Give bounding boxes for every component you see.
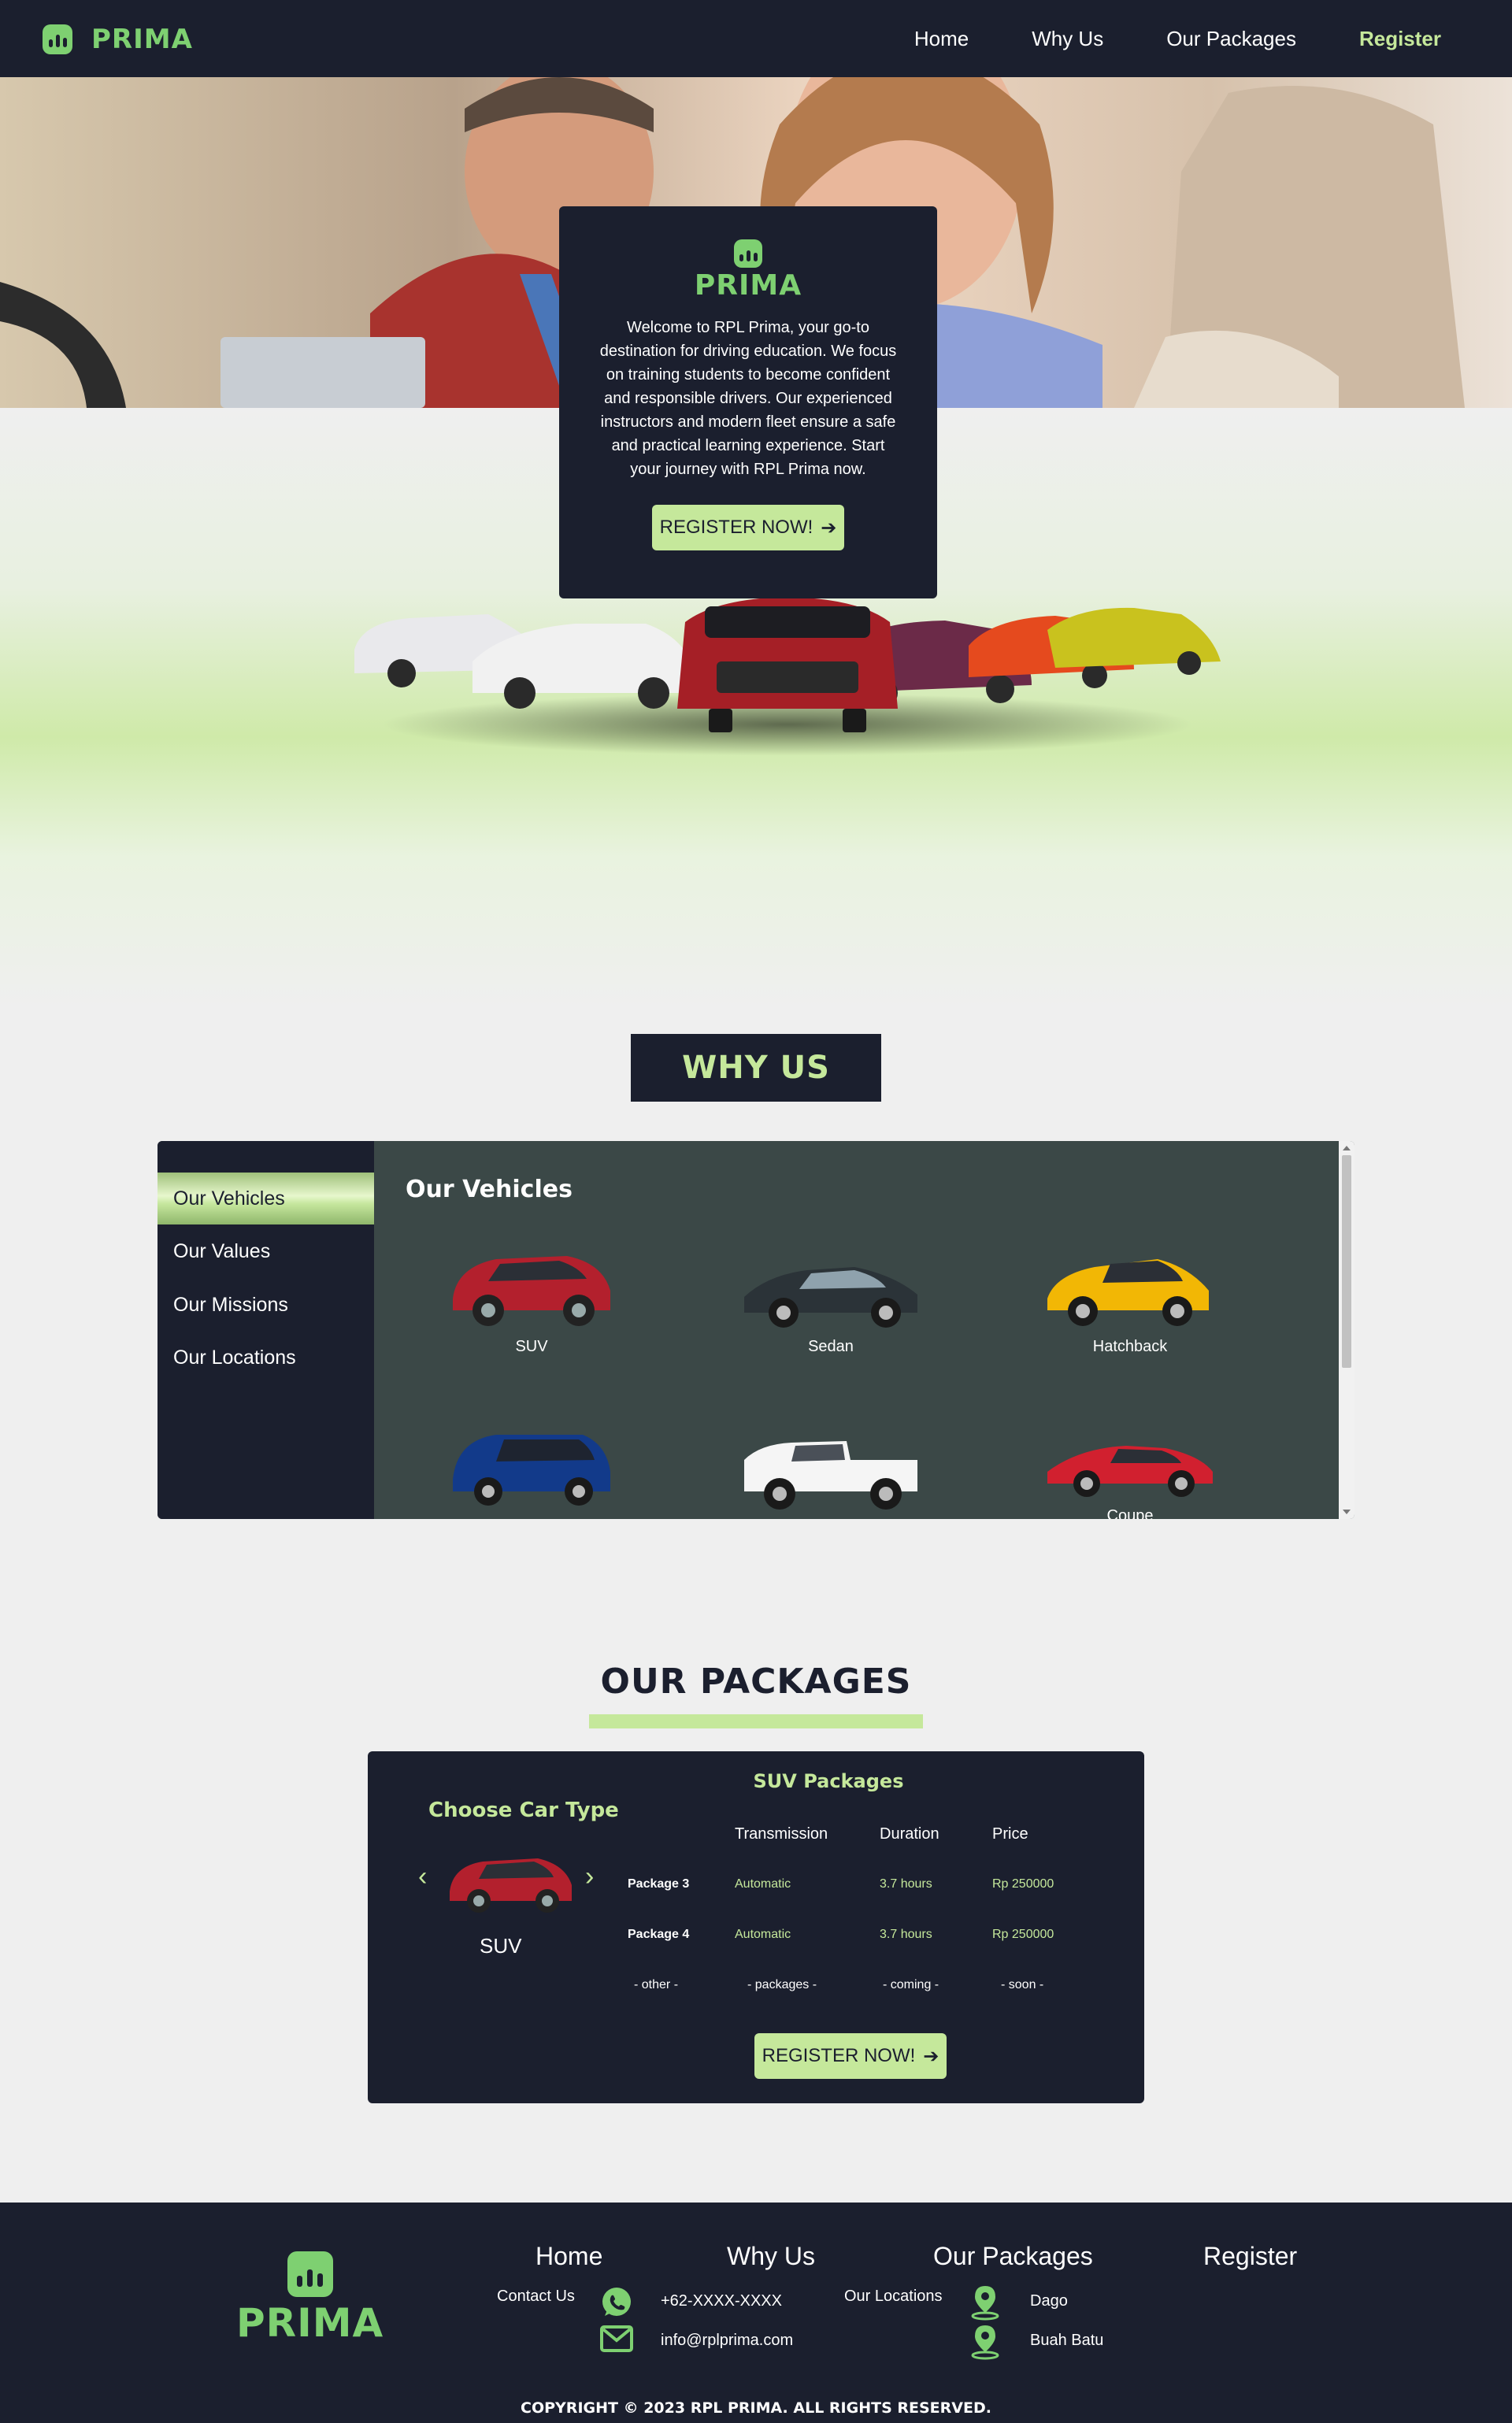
chart-logo-icon bbox=[43, 24, 72, 54]
card-logo: PRIMA bbox=[695, 239, 802, 302]
nav-register[interactable]: Register bbox=[1359, 27, 1441, 51]
package-row-price: Rp 250000 bbox=[992, 1928, 1054, 1941]
location-pin-icon bbox=[971, 2286, 999, 2321]
footer: PRIMA Home Why Us Our Packages Register … bbox=[0, 2203, 1512, 2423]
our-locations-label: Our Locations bbox=[844, 2288, 943, 2305]
vehicle-label-hatchback: Hatchback bbox=[1092, 1338, 1168, 1355]
nav-links: Home Why Us Our Packages Register bbox=[914, 0, 1441, 77]
package-placeholder-cell: - coming - bbox=[883, 1978, 939, 1991]
brand-name: PRIMA bbox=[91, 24, 193, 55]
hero-register-label: REGISTER NOW! bbox=[659, 517, 813, 538]
footer-nav-register[interactable]: Register bbox=[1203, 2242, 1297, 2271]
vehicle-label-coupe: Coupe bbox=[1106, 1507, 1154, 1519]
footer-logo[interactable]: PRIMA bbox=[236, 2251, 384, 2346]
hero-car-lineup bbox=[346, 575, 1228, 756]
col-duration: Duration bbox=[880, 1825, 939, 1843]
chart-logo-icon bbox=[287, 2251, 333, 2297]
selected-car-image bbox=[450, 1858, 572, 1913]
arrow-right-icon: ➔ bbox=[923, 2045, 939, 2067]
scrollbar-thumb[interactable] bbox=[1342, 1155, 1351, 1368]
vehicle-label-sedan: Sedan bbox=[808, 1338, 854, 1355]
sedan-car-image bbox=[744, 1267, 917, 1328]
packages-title: OUR PACKAGES bbox=[600, 1662, 912, 1702]
tab-our-missions[interactable]: Our Missions bbox=[158, 1279, 374, 1331]
footer-nav-why-us[interactable]: Why Us bbox=[727, 2242, 815, 2271]
footer-nav-our-packages[interactable]: Our Packages bbox=[933, 2242, 1093, 2271]
arrow-right-icon: ➔ bbox=[821, 517, 837, 539]
phone-number[interactable]: +62-XXXX-XXXX bbox=[661, 2292, 782, 2310]
choose-car-type-label: Choose Car Type bbox=[428, 1799, 619, 1822]
welcome-card: PRIMA Welcome to RPL Prima, your go-to d… bbox=[559, 206, 937, 598]
tab-our-vehicles[interactable]: Our Vehicles bbox=[158, 1173, 374, 1224]
contact-us-label: Contact Us bbox=[497, 2288, 575, 2305]
tab-our-locations[interactable]: Our Locations bbox=[158, 1332, 374, 1384]
tab-our-values[interactable]: Our Values bbox=[158, 1225, 374, 1277]
welcome-text: Welcome to RPL Prima, your go-to destina… bbox=[599, 319, 897, 478]
vehicle-label-suv: SUV bbox=[515, 1338, 548, 1355]
why-us-title: WHY US bbox=[682, 1050, 830, 1086]
copyright-text: COPYRIGHT © 2023 RPL PRIMA. ALL RIGHTS R… bbox=[521, 2399, 991, 2417]
packages-register-button[interactable]: REGISTER NOW! ➔ bbox=[754, 2033, 947, 2079]
location-buah-batu: Buah Batu bbox=[1030, 2332, 1104, 2349]
package-placeholder-cell: - other - bbox=[634, 1978, 679, 1991]
package-row-transmission: Automatic bbox=[735, 1877, 791, 1891]
content-title: Our Vehicles bbox=[406, 1176, 573, 1203]
package-row-transmission: Automatic bbox=[735, 1928, 791, 1941]
location-dago: Dago bbox=[1030, 2292, 1068, 2310]
package-row-name: Package 4 bbox=[628, 1928, 690, 1941]
packages-title-underline bbox=[589, 1714, 923, 1728]
email-address[interactable]: info@rplprima.com bbox=[661, 2332, 793, 2350]
top-navbar: PRIMA Home Why Us Our Packages Register bbox=[0, 0, 1512, 77]
chart-logo-icon bbox=[734, 239, 762, 268]
why-us-sidebar: Our Vehicles Our Values Our Missions Our… bbox=[158, 1141, 374, 1519]
packages-heading: SUV Packages bbox=[753, 1770, 904, 1792]
suv-car-image bbox=[453, 1256, 610, 1326]
hatchback-car-image bbox=[1047, 1259, 1209, 1326]
package-row-price: Rp 250000 bbox=[992, 1877, 1054, 1891]
packages-register-label: REGISTER NOW! bbox=[762, 2045, 916, 2066]
card-brand-name: PRIMA bbox=[694, 269, 802, 302]
brand-logo[interactable]: PRIMA bbox=[43, 24, 193, 55]
chevron-right-icon[interactable]: › bbox=[585, 1862, 594, 1892]
why-us-title-box: WHY US bbox=[631, 1034, 881, 1102]
hero-register-button[interactable]: REGISTER NOW! ➔ bbox=[652, 505, 844, 550]
package-placeholder-cell: - packages - bbox=[747, 1978, 817, 1991]
nav-home[interactable]: Home bbox=[914, 27, 969, 51]
chevron-left-icon[interactable]: ‹ bbox=[418, 1862, 427, 1892]
vehicle-card-coupe[interactable]: Coupe bbox=[1028, 1413, 1232, 1519]
vehicle-card-mpv[interactable] bbox=[429, 1413, 634, 1515]
footer-brand-name: PRIMA bbox=[236, 2300, 384, 2346]
mpv-car-image bbox=[453, 1435, 610, 1506]
why-us-panel: Our Vehicles Our Values Our Missions Our… bbox=[158, 1141, 1354, 1519]
pickup-car-image bbox=[744, 1441, 917, 1510]
vehicle-card-hatchback[interactable]: Hatchback bbox=[1028, 1236, 1232, 1356]
nav-our-packages[interactable]: Our Packages bbox=[1166, 27, 1296, 51]
whatsapp-icon bbox=[602, 2288, 631, 2316]
package-placeholder-cell: - soon - bbox=[1001, 1978, 1044, 1991]
why-us-content: Our Vehicles SUV Sedan Hatchback Coupe bbox=[374, 1141, 1339, 1519]
coupe-car-image bbox=[1047, 1446, 1213, 1497]
col-price: Price bbox=[992, 1825, 1028, 1843]
footer-nav-home[interactable]: Home bbox=[536, 2242, 602, 2271]
col-transmission: Transmission bbox=[735, 1825, 828, 1843]
scroll-down-icon[interactable] bbox=[1343, 1510, 1351, 1514]
location-pin-icon bbox=[971, 2325, 999, 2360]
packages-panel: Choose Car Type ‹ › SUV SUV Packages Tra… bbox=[368, 1751, 1144, 2103]
scroll-up-icon[interactable] bbox=[1343, 1146, 1351, 1150]
selected-car-label: SUV bbox=[480, 1934, 522, 1958]
content-scrollbar[interactable] bbox=[1339, 1141, 1354, 1519]
package-row-duration: 3.7 hours bbox=[880, 1877, 932, 1891]
vehicle-card-pickup[interactable] bbox=[728, 1413, 933, 1519]
email-icon bbox=[600, 2325, 633, 2352]
nav-why-us[interactable]: Why Us bbox=[1032, 27, 1103, 51]
package-row-duration: 3.7 hours bbox=[880, 1928, 932, 1941]
package-row-name: Package 3 bbox=[628, 1877, 690, 1891]
vehicle-card-suv[interactable]: SUV bbox=[429, 1236, 634, 1356]
vehicle-card-sedan[interactable]: Sedan bbox=[728, 1236, 933, 1356]
car-lineup-illustration bbox=[354, 597, 1221, 732]
